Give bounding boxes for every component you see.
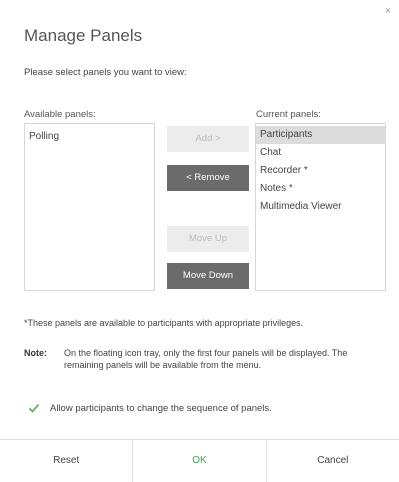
privilege-note: *These panels are available to participa… (24, 318, 304, 328)
allow-reorder-checkbox-row[interactable]: Allow participants to change the sequenc… (28, 402, 272, 414)
available-panels-label: Available panels: (24, 109, 96, 120)
current-panels-label: Current panels: (256, 109, 321, 120)
allow-reorder-label[interactable]: Allow participants to change the sequenc… (50, 403, 272, 414)
checkmark-icon[interactable] (28, 402, 40, 414)
list-item[interactable]: Polling (25, 124, 154, 146)
current-panels-list[interactable]: Participants Chat Recorder * Notes * Mul… (255, 123, 386, 291)
ok-button[interactable]: OK (133, 440, 267, 482)
list-item[interactable]: Multimedia Viewer (256, 198, 385, 216)
move-up-button[interactable]: Move Up (167, 226, 249, 252)
list-item[interactable]: Participants (256, 126, 385, 144)
instruction-text: Please select panels you want to view: (24, 67, 187, 78)
dialog-title: Manage Panels (24, 26, 143, 45)
cancel-button[interactable]: Cancel (267, 440, 399, 482)
list-item[interactable]: Chat (256, 144, 385, 162)
list-item[interactable]: Notes * (256, 180, 385, 198)
close-icon[interactable]: × (385, 6, 391, 17)
note-label: Note: (24, 348, 47, 358)
move-down-button[interactable]: Move Down (167, 263, 249, 289)
available-panels-list[interactable]: Polling (24, 123, 155, 291)
remove-button[interactable]: < Remove (167, 165, 249, 191)
note-text: On the floating icon tray, only the firs… (64, 348, 348, 370)
manage-panels-dialog: × Manage Panels Please select panels you… (0, 0, 399, 482)
list-item[interactable]: Recorder * (256, 162, 385, 180)
reset-button[interactable]: Reset (0, 440, 134, 482)
dialog-footer: Reset OK Cancel (0, 439, 399, 482)
add-button[interactable]: Add > (167, 126, 249, 152)
